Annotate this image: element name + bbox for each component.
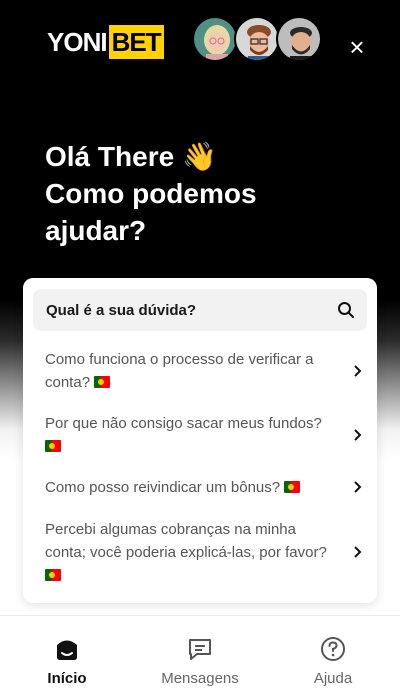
messages-icon [189, 639, 211, 660]
home-icon [57, 640, 77, 660]
faq-item-withdraw[interactable]: Por que não consigo sacar meus fundos? [45, 410, 365, 460]
help-card: Qual é a sua dúvida? Como funciona o pro… [23, 278, 377, 603]
bottom-navigation: Início Mensagens Ajuda [0, 615, 400, 700]
portugal-flag-icon [284, 480, 301, 493]
greeting-heading: Olá There 👋 Como podemos ajudar? [45, 138, 365, 249]
help-icon [321, 637, 345, 661]
yonibet-logo: YONI BET [47, 25, 164, 59]
greeting-line-1: Olá There [45, 141, 175, 172]
nav-label-home: Início [47, 670, 87, 687]
chevron-right-icon [354, 546, 362, 558]
chevron-right-icon [354, 481, 362, 493]
faq-item-bonus[interactable]: Como posso reivindicar um bônus? [45, 474, 365, 500]
greeting-line-2: Como podemos [45, 178, 257, 209]
faq-item-text: Por que não consigo sacar meus fundos? [45, 412, 351, 458]
faq-item-charges[interactable]: Percebi algumas cobranças na minha conta… [45, 516, 365, 588]
nav-label-messages: Mensagens [161, 670, 239, 687]
nav-item-messages[interactable]: Mensagens [155, 616, 245, 700]
avatar [192, 16, 238, 62]
nav-item-help[interactable]: Ajuda [298, 616, 368, 700]
faq-item-text: Como funciona o processo de verificar a … [45, 351, 314, 391]
search-input[interactable]: Qual é a sua dúvida? [33, 289, 367, 331]
waving-hand-icon: 👋 [181, 141, 217, 172]
logo-bet-text: BET [108, 25, 164, 59]
support-team-avatars [192, 16, 322, 62]
chevron-right-icon [354, 429, 362, 441]
avatar [276, 16, 322, 62]
chevron-right-icon [354, 365, 362, 377]
portugal-flag-icon [45, 440, 61, 452]
faq-item-text: Como posso reivindicar um bônus? [45, 476, 351, 499]
greeting-line-3: ajudar? [45, 215, 147, 246]
search-label: Qual é a sua dúvida? [46, 301, 197, 319]
search-icon [338, 302, 354, 318]
faq-item-verification[interactable]: Como funciona o processo de verificar a … [45, 346, 365, 396]
avatar [234, 16, 280, 62]
faq-item-text: Percebi algumas cobranças na minha conta… [45, 518, 351, 587]
close-button[interactable]: × [342, 32, 372, 62]
logo-yoni-text: YONI [47, 26, 108, 57]
portugal-flag-icon [45, 568, 61, 581]
nav-label-help: Ajuda [313, 670, 353, 687]
nav-item-home[interactable]: Início [33, 616, 101, 700]
portugal-flag-icon [94, 376, 111, 388]
